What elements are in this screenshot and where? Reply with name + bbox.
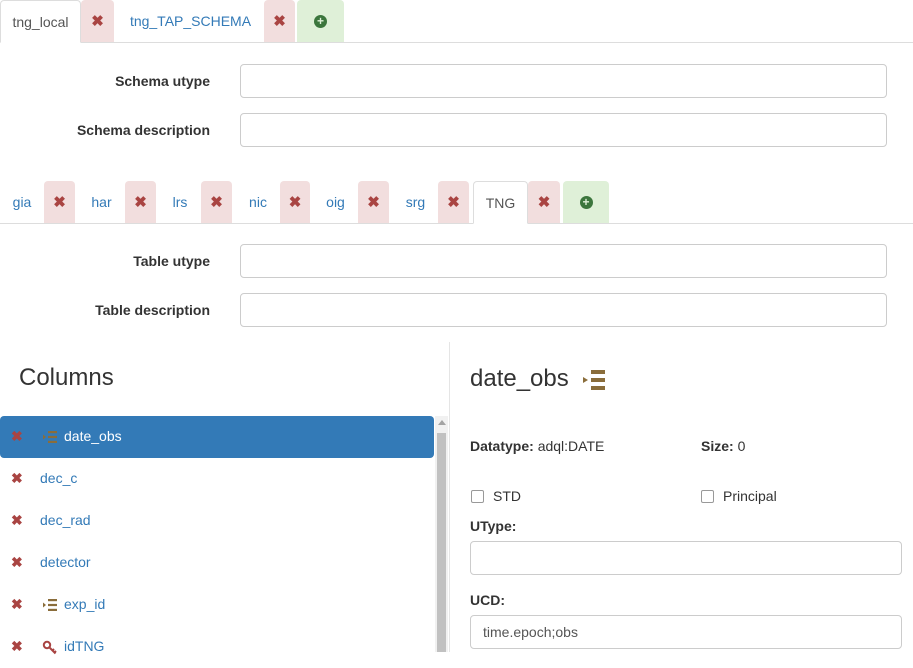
column-name: detector: [40, 554, 91, 570]
datatype-field: Datatype: adql:DATE: [470, 438, 604, 454]
column-name: exp_id: [64, 596, 106, 612]
indexed-icon: [43, 431, 57, 443]
close-schema-tab-tng-local-button[interactable]: ✖: [81, 0, 114, 42]
schema-tabbar: tng_local ✖ tng_TAP_SCHEMA ✖ +: [0, 0, 913, 43]
table-utype-label: Table utype: [133, 253, 210, 269]
column-ucd-input[interactable]: [470, 615, 902, 649]
schema-utype-label: Schema utype: [115, 73, 210, 89]
table-tabbar: gia ✖ har ✖ lrs ✖ nic ✖ oig ✖ srg ✖ TNG …: [0, 181, 913, 224]
table-description-label: Table description: [95, 302, 210, 318]
close-icon: ✖: [447, 194, 460, 211]
principal-checkbox-row[interactable]: Principal: [701, 488, 777, 504]
close-icon: ✖: [273, 13, 286, 30]
schema-description-input[interactable]: [240, 113, 887, 147]
datatype-value: adql:DATE: [537, 438, 605, 454]
table-tab-label: nic: [249, 194, 267, 210]
close-table-tab-gia-button[interactable]: ✖: [44, 181, 75, 223]
table-tab-tng[interactable]: TNG: [473, 181, 528, 224]
add-schema-button[interactable]: +: [297, 0, 344, 42]
size-label: Size:: [701, 438, 734, 454]
add-table-button[interactable]: +: [563, 181, 609, 223]
table-tab-label: gia: [12, 194, 32, 210]
close-table-tab-har-button[interactable]: ✖: [125, 181, 156, 223]
table-tab-gia[interactable]: gia: [0, 181, 44, 223]
remove-column-icon[interactable]: ✖: [11, 554, 23, 571]
schema-tab-label: tng_local: [12, 13, 69, 30]
datatype-label: Datatype:: [470, 438, 534, 454]
ucd-label: UCD:: [470, 592, 505, 608]
columns-list: ✖ date_obs ✖ dec_c ✖ dec_rad ✖ detector …: [0, 416, 434, 668]
table-tab-nic[interactable]: nic: [236, 181, 280, 223]
close-table-tab-nic-button[interactable]: ✖: [280, 181, 310, 223]
column-name: dec_c: [40, 470, 78, 486]
close-table-tab-srg-button[interactable]: ✖: [438, 181, 469, 223]
remove-column-icon[interactable]: ✖: [11, 596, 23, 613]
column-item-exp-id[interactable]: ✖ exp_id: [0, 584, 434, 626]
scroll-up-arrow-icon[interactable]: [438, 420, 446, 425]
columns-title: Columns: [19, 364, 114, 391]
close-icon: ✖: [367, 194, 380, 211]
size-value: 0: [737, 438, 746, 454]
close-table-tab-tng-button[interactable]: ✖: [528, 181, 560, 223]
close-icon: ✖: [210, 194, 223, 211]
table-tab-lrs[interactable]: lrs: [159, 181, 201, 223]
std-label: STD: [493, 488, 521, 504]
principal-checkbox[interactable]: [701, 489, 714, 503]
column-item-date-obs[interactable]: ✖ date_obs: [0, 416, 434, 458]
table-tab-label: TNG: [485, 194, 516, 211]
scrollbar-thumb[interactable]: [437, 433, 446, 652]
column-name: dec_rad: [40, 512, 91, 528]
schema-utype-row: Schema utype: [0, 64, 913, 98]
plus-circle-icon: +: [579, 195, 593, 209]
close-table-tab-oig-button[interactable]: ✖: [358, 181, 389, 223]
column-name: date_obs: [64, 428, 122, 444]
column-detail-title: date_obs: [470, 365, 569, 392]
schema-tab-label: tng_TAP_SCHEMA: [129, 13, 252, 29]
table-tab-label: srg: [405, 194, 426, 210]
close-icon: ✖: [91, 13, 104, 30]
std-checkbox-row[interactable]: STD: [471, 488, 521, 504]
close-icon: ✖: [537, 194, 551, 211]
indexed-icon: [583, 370, 605, 390]
column-item-dec-rad[interactable]: ✖ dec_rad: [0, 500, 434, 542]
table-description-row: Table description: [0, 293, 913, 327]
indexed-icon: [43, 599, 57, 611]
close-table-tab-lrs-button[interactable]: ✖: [201, 181, 232, 223]
schema-description-label: Schema description: [76, 122, 210, 138]
schema-tab-tng-tap-schema[interactable]: tng_TAP_SCHEMA: [117, 0, 264, 42]
utype-label: UType:: [470, 518, 517, 534]
table-tab-srg[interactable]: srg: [393, 181, 438, 223]
table-tab-label: har: [91, 194, 112, 210]
table-tab-label: lrs: [172, 194, 188, 210]
schema-description-row: Schema description: [0, 113, 913, 147]
column-item-detector[interactable]: ✖ detector: [0, 542, 434, 584]
columns-scrollbar[interactable]: [435, 416, 448, 652]
table-description-input[interactable]: [240, 293, 887, 327]
close-icon: ✖: [288, 194, 302, 211]
table-utype-row: Table utype: [0, 244, 913, 278]
close-icon: ✖: [134, 194, 147, 211]
close-icon: ✖: [53, 194, 66, 211]
schema-tab-tng-local[interactable]: tng_local: [0, 0, 81, 43]
table-tab-label: oig: [326, 194, 345, 210]
remove-column-icon[interactable]: ✖: [11, 428, 23, 445]
close-schema-tab-tng-tap-schema-button[interactable]: ✖: [264, 0, 295, 42]
column-item-idtng[interactable]: ✖ idTNG: [0, 626, 434, 668]
table-tab-har[interactable]: har: [78, 181, 125, 223]
remove-column-icon[interactable]: ✖: [11, 638, 23, 655]
table-tab-oig[interactable]: oig: [313, 181, 358, 223]
panel-divider: [449, 342, 450, 652]
size-field: Size: 0: [701, 438, 745, 454]
remove-column-icon[interactable]: ✖: [11, 470, 23, 487]
plus-circle-icon: +: [314, 14, 327, 28]
column-utype-input[interactable]: [470, 541, 902, 575]
table-utype-input[interactable]: [240, 244, 887, 278]
key-icon: [42, 640, 57, 655]
remove-column-icon[interactable]: ✖: [11, 512, 23, 529]
column-item-dec-c[interactable]: ✖ dec_c: [0, 458, 434, 500]
schema-utype-input[interactable]: [240, 64, 887, 98]
std-checkbox[interactable]: [471, 489, 484, 503]
principal-label: Principal: [723, 488, 777, 504]
